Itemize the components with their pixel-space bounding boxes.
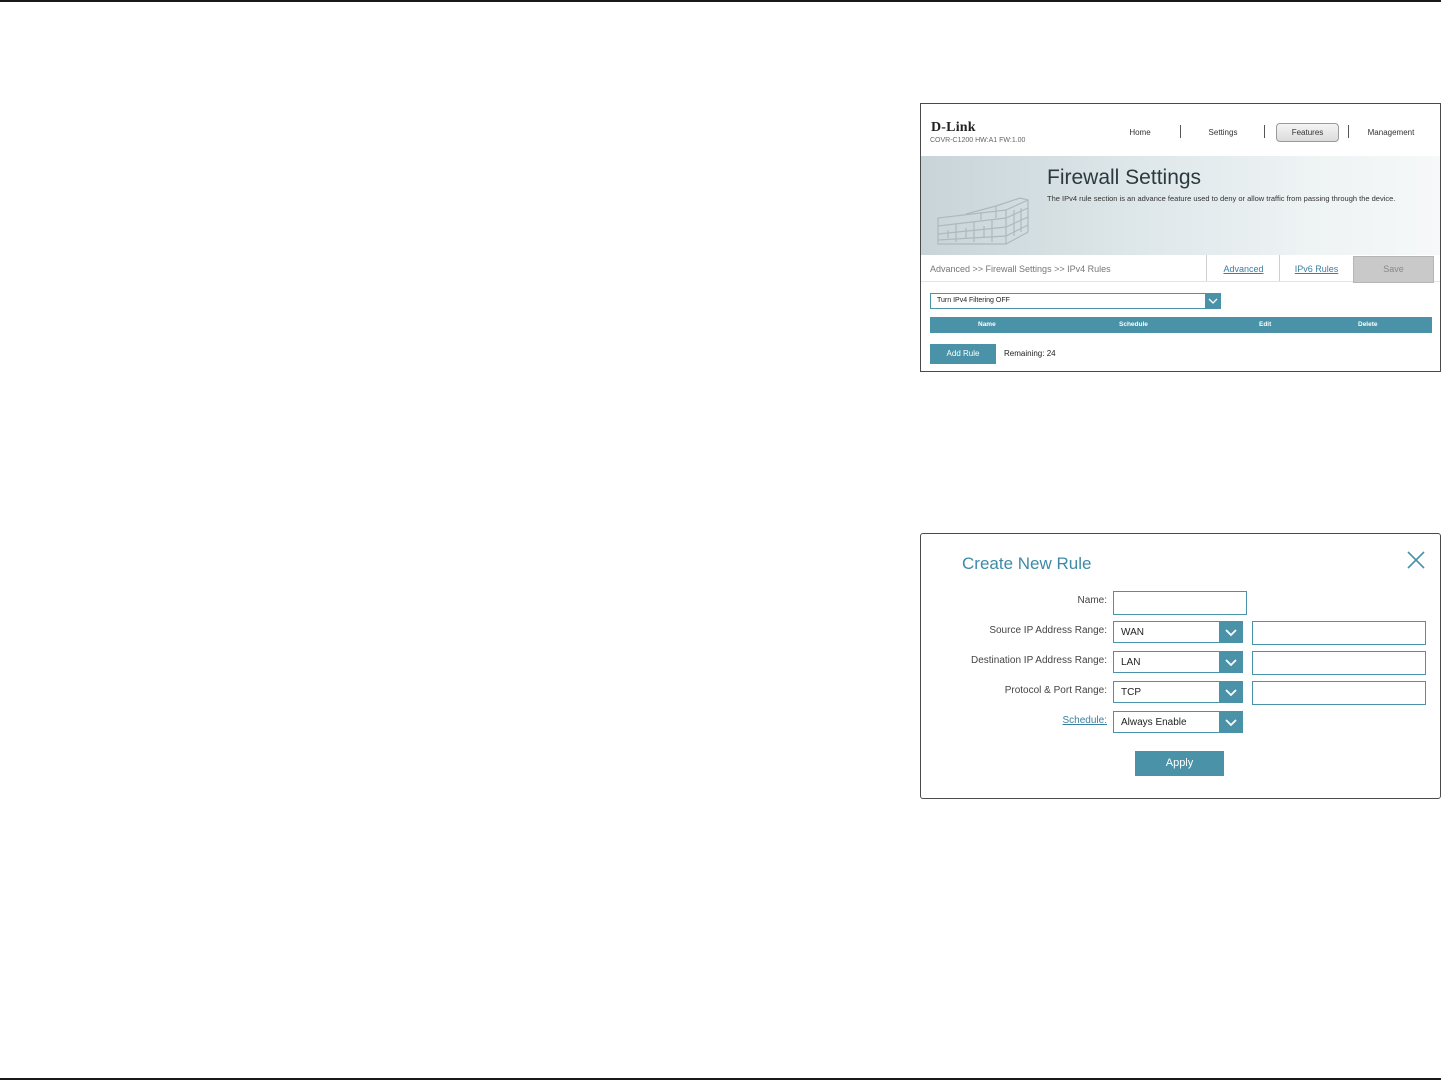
schedule-select[interactable]: Always Enable xyxy=(1113,711,1243,733)
brick-wall-icon xyxy=(937,197,1029,245)
destination-ip-label: Destination IP Address Range: xyxy=(970,655,1107,666)
dialog-title: Create New Rule xyxy=(962,554,1092,573)
nav-home[interactable]: Home xyxy=(1120,128,1160,137)
model-info: COVR-C1200 HW:A1 FW:1.00 xyxy=(930,137,1026,144)
destination-ip-select-value: LAN xyxy=(1121,657,1141,668)
firewall-settings-panel: D-Link COVR-C1200 HW:A1 FW:1.00 Home Set… xyxy=(920,103,1441,372)
ipv4-filtering-value: Turn IPv4 Filtering OFF xyxy=(937,297,1010,304)
chevron-down-icon[interactable] xyxy=(1219,711,1243,733)
protocol-port-label: Protocol & Port Range: xyxy=(1004,685,1107,696)
ipv4-filtering-select[interactable]: Turn IPv4 Filtering OFF xyxy=(930,293,1221,309)
breadcrumb-bar: Advanced >> Firewall Settings >> IPv4 Ru… xyxy=(921,255,1440,283)
rules-table-header: Name Schedule Edit Delete xyxy=(930,317,1432,333)
column-header-name: Name xyxy=(978,321,996,328)
schedule-link[interactable]: Schedule: xyxy=(1063,715,1107,726)
source-ip-select-value: WAN xyxy=(1121,627,1144,638)
breadcrumb: Advanced >> Firewall Settings >> IPv4 Ru… xyxy=(930,264,1111,274)
router-header: D-Link COVR-C1200 HW:A1 FW:1.00 Home Set… xyxy=(921,104,1440,156)
destination-ip-range-input[interactable] xyxy=(1252,651,1426,675)
nav-settings[interactable]: Settings xyxy=(1202,128,1244,137)
column-header-schedule: Schedule xyxy=(1119,321,1148,328)
chevron-down-icon[interactable] xyxy=(1205,293,1221,309)
page-bottom-rule xyxy=(0,1078,1441,1080)
protocol-select[interactable]: TCP xyxy=(1113,681,1243,703)
page-banner: Firewall Settings The IPv4 rule section … xyxy=(921,156,1440,255)
nav-separator xyxy=(1348,125,1349,138)
column-header-edit: Edit xyxy=(1259,321,1272,328)
port-range-input[interactable] xyxy=(1252,681,1426,705)
dlink-logo: D-Link xyxy=(931,120,976,135)
name-input[interactable] xyxy=(1113,591,1247,615)
name-label: Name: xyxy=(1077,595,1107,606)
source-ip-select[interactable]: WAN xyxy=(1113,621,1243,643)
close-icon[interactable] xyxy=(1406,550,1426,570)
source-ip-label: Source IP Address Range: xyxy=(989,625,1107,636)
add-rule-button[interactable]: Add Rule xyxy=(930,344,996,364)
page-title: Firewall Settings xyxy=(1047,166,1202,189)
chevron-down-icon[interactable] xyxy=(1219,621,1243,643)
nav-features[interactable]: Features xyxy=(1276,123,1339,142)
source-ip-range-input[interactable] xyxy=(1252,621,1426,645)
apply-button[interactable]: Apply xyxy=(1135,751,1224,776)
schedule-select-value: Always Enable xyxy=(1121,717,1187,728)
save-button[interactable]: Save xyxy=(1353,256,1434,283)
tab-ipv6-rules[interactable]: IPv6 Rules xyxy=(1279,255,1353,281)
nav-separator xyxy=(1180,125,1181,138)
create-rule-dialog: Create New Rule Name: Source IP Address … xyxy=(920,533,1441,799)
chevron-down-icon[interactable] xyxy=(1219,651,1243,673)
chevron-down-icon[interactable] xyxy=(1219,681,1243,703)
page-description: The IPv4 rule section is an advance feat… xyxy=(1047,194,1396,203)
protocol-select-value: TCP xyxy=(1121,687,1141,698)
destination-ip-select[interactable]: LAN xyxy=(1113,651,1243,673)
tab-advanced[interactable]: Advanced xyxy=(1206,255,1280,281)
nav-management[interactable]: Management xyxy=(1361,128,1421,137)
nav-separator xyxy=(1264,125,1265,138)
remaining-count: Remaining: 24 xyxy=(1004,349,1056,358)
column-header-delete: Delete xyxy=(1358,321,1378,328)
page-top-rule xyxy=(0,0,1441,2)
